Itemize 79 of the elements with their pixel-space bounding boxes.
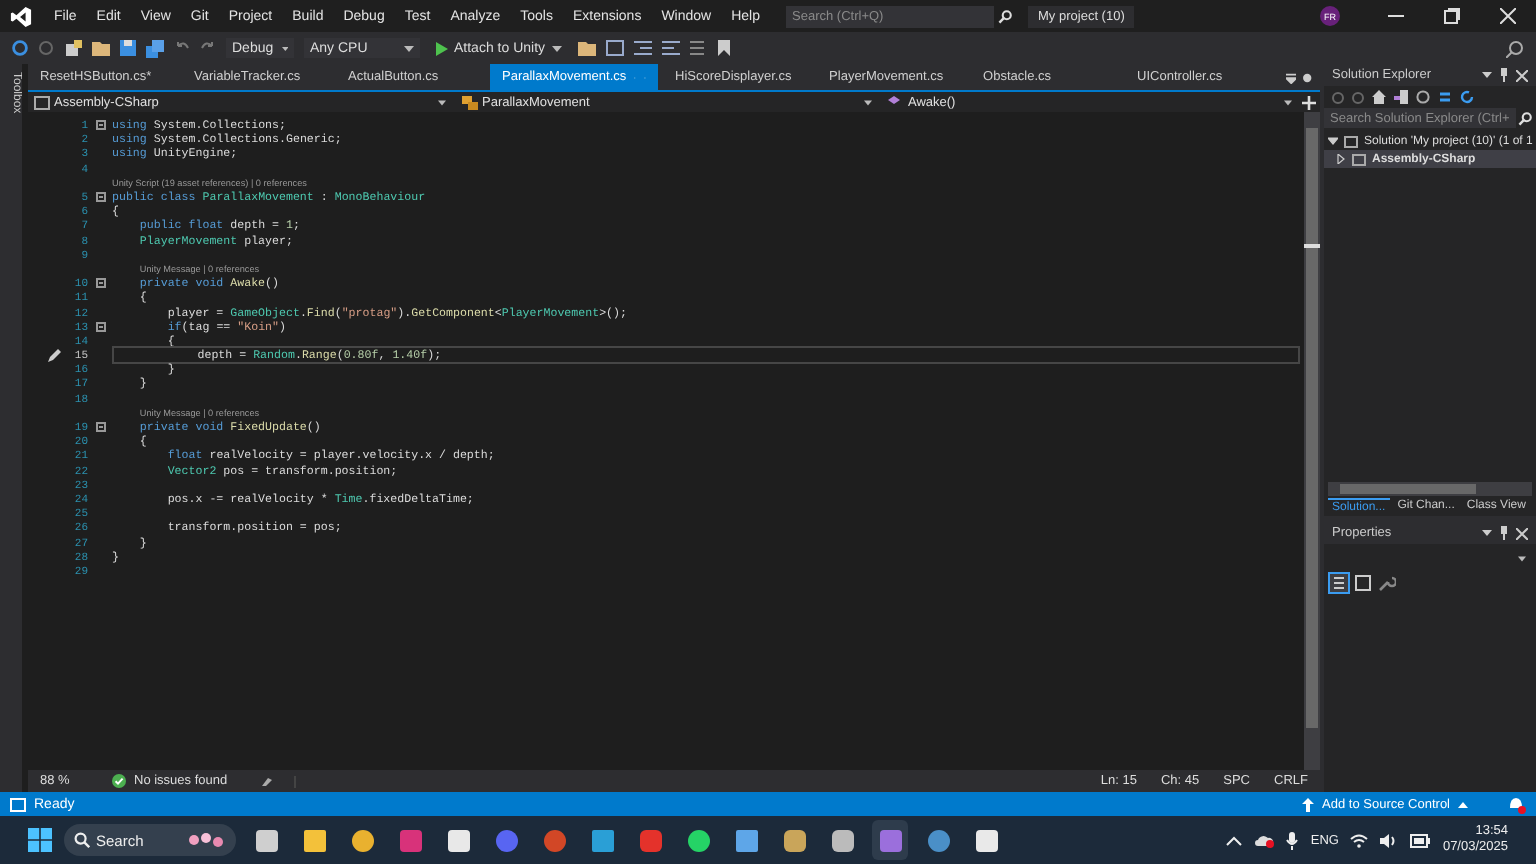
folder-icon[interactable] [577,40,596,56]
forward-icon[interactable] [38,40,54,56]
play-icon [436,41,448,55]
battery-icon[interactable] [1410,833,1431,847]
collapse-icon[interactable] [95,278,105,289]
collapse-icon[interactable] [95,321,105,332]
filter-icon[interactable] [1416,90,1430,104]
visual-studio-icon[interactable] [879,829,901,851]
folder-icon[interactable] [92,40,110,56]
caret-icon [1458,801,1468,807]
project-icon [34,95,50,109]
forward-icon[interactable] [1352,91,1364,103]
steam-icon[interactable] [927,829,949,851]
phone-chat-icon[interactable] [687,829,709,851]
class-icon [462,95,478,109]
browser-icon[interactable] [351,829,373,851]
caret-icon [1518,556,1526,562]
alphabetical-icon[interactable] [1354,574,1372,592]
save-all-icon[interactable] [146,39,164,57]
bookmark-icon[interactable] [717,40,730,56]
horizontal-scrollbar[interactable] [1328,482,1532,496]
notification-bell-icon[interactable] [1508,795,1526,813]
caret-icon [438,99,446,105]
split-icon[interactable] [1302,95,1316,109]
app-icon[interactable] [783,829,805,851]
app-icon[interactable] [975,829,997,851]
switch-view-icon[interactable] [1394,90,1408,104]
chat-icon[interactable] [495,829,517,851]
caret-icon [404,45,414,51]
comment-icon[interactable] [689,40,708,56]
back-icon[interactable] [1332,91,1344,103]
dropdown-icon[interactable] [1482,72,1492,78]
visual-studio-logo-icon [10,5,32,27]
wrench-icon[interactable] [1378,574,1396,592]
categorized-icon[interactable] [1330,574,1348,592]
tab-list-icon[interactable] [1285,71,1296,83]
folder-icon[interactable] [303,829,325,851]
windows-logo-icon[interactable] [28,828,52,852]
caret-icon [281,45,288,51]
search-icon [998,9,1013,23]
collapse-icon[interactable] [95,422,105,433]
caret-icon [551,45,562,51]
chevron-up-icon[interactable] [1226,835,1243,845]
collapse-icon[interactable] [95,120,105,131]
window-icon[interactable] [605,40,624,56]
caret-icon [1284,99,1292,105]
dropdown-icon[interactable] [1482,530,1492,536]
feedback-icon[interactable] [1506,39,1524,57]
wifi-icon[interactable] [1350,833,1369,847]
sync-icon[interactable] [1438,90,1452,104]
expand-arrow-icon[interactable] [1328,136,1338,146]
microphone-icon[interactable] [1286,831,1299,849]
brush-icon[interactable] [259,774,274,788]
new-item-icon[interactable] [64,39,82,57]
flowers-icon [186,830,226,850]
refresh-icon[interactable] [1460,90,1474,104]
window-icon [10,797,26,811]
search-icon [1518,111,1532,125]
caret-icon [864,99,872,105]
speaker-icon[interactable] [1380,833,1399,847]
restore-icon[interactable] [1444,8,1460,24]
grid-icon[interactable] [591,829,613,851]
outdent-icon[interactable] [661,40,680,56]
presentation-icon[interactable] [543,829,565,851]
notepad-icon[interactable] [735,829,757,851]
arrow-up-icon [1302,797,1315,811]
home-icon[interactable] [1372,90,1386,104]
vertical-scrollbar[interactable] [1304,112,1320,770]
expand-arrow-icon[interactable] [1336,154,1346,164]
check-icon [112,774,126,788]
settings-icon[interactable] [1301,71,1312,83]
back-icon[interactable] [12,40,28,56]
cube-icon[interactable] [831,829,853,851]
task-view-icon[interactable] [255,829,277,851]
indent-icon[interactable] [633,40,652,56]
cloud-icon[interactable] [1254,832,1275,848]
collapse-icon[interactable] [95,192,105,203]
cube-icon[interactable] [447,829,469,851]
pencil-icon[interactable] [48,348,62,363]
